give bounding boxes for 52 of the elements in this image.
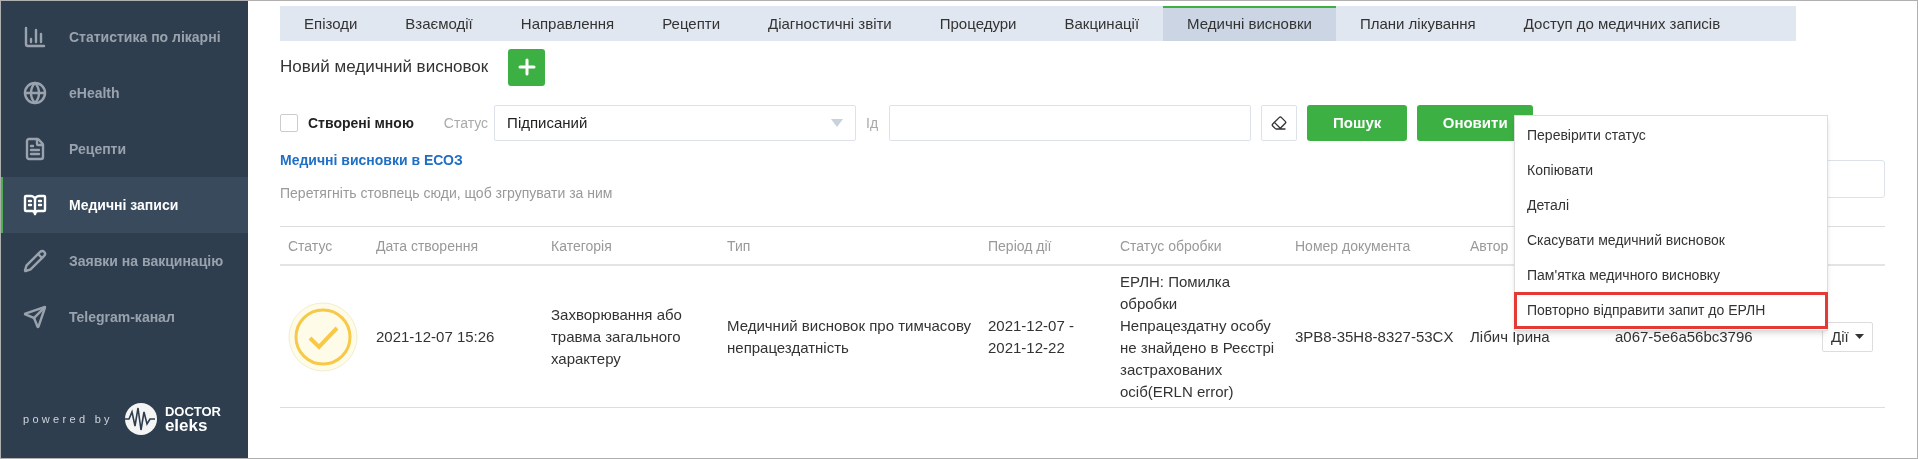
tab[interactable]: Вакцинації [1040,6,1164,41]
tab[interactable]: Діагностичні звіти [744,6,916,41]
menu-item[interactable]: Пам'ятка медичного висновку [1515,258,1827,293]
caret-icon [1854,334,1864,339]
open-book-icon [23,193,47,217]
pencil-icon [23,249,47,273]
clear-button[interactable] [1261,105,1298,141]
logo-text: DOCTOR [164,405,221,419]
id-label: Ід [866,113,879,133]
table-cell: 3PB8-35H8-8327-53CX [1295,327,1454,345]
tab[interactable]: Епізоди [280,6,382,41]
sidebar-item[interactable]: Рецепти [1,121,248,177]
section-link[interactable]: Медичні висновки в ЕСОЗ [280,150,613,171]
paper-plane-icon [23,305,47,329]
tab[interactable]: Рецепти [638,6,745,41]
tab[interactable]: Доступ до медичних записів [1499,6,1745,41]
menu-item[interactable]: Скасувати медичний висновок [1515,223,1827,258]
menu-item[interactable]: Копіювати [1515,153,1827,188]
dropdown-caret-icon [831,119,844,127]
powered-by-label: powered by [23,411,113,427]
tab[interactable]: Взаємодії [381,6,497,41]
tab[interactable]: Плани лікування [1335,6,1500,41]
checkbox[interactable] [280,114,298,132]
sidebar-item[interactable]: Медичні записи [1,177,248,233]
table-cell: Лібич Ірина [1470,327,1550,345]
table-cell: ЕРЛН: Помилка обробки Непрацездатну особу не знайдено в Реєстрі застрахованих осіб(ERLN error) [1120,272,1275,400]
table-cell: a067-5e6a56bc3796 [1615,327,1753,345]
tab[interactable]: Процедури [915,6,1041,41]
status-dropdown[interactable]: Підписаний [494,105,857,141]
tab[interactable]: Направлення [496,6,639,41]
status-label: Статус [443,113,489,133]
id-input-field[interactable] [889,105,1252,141]
check-badge-icon [288,301,358,372]
table-cell: Захворювання або травма загального характеру [551,305,682,367]
bar-chart-icon [23,25,47,49]
document-icon [23,137,47,161]
eraser-icon [1271,115,1288,131]
sidebar-item[interactable]: Telegram-канал [1,289,248,345]
logo-text: eleks [164,419,209,433]
checkbox-label: Створені мною [308,113,414,133]
tab[interactable]: Медичні висновки [1163,6,1336,41]
table-cell: 2021-12-07 - 2021-12-22 [988,316,1074,356]
sidebar-item[interactable]: Статистика по лікарні [1,9,248,65]
sidebar-item[interactable]: Заявки на вакцинацію [1,233,248,289]
add-button[interactable] [508,48,546,86]
table-cell: 2021-12-07 15:26 [376,327,495,345]
group-hint: Перетягніть стовпець сюди, щоб згрупувати за ним [280,184,613,203]
sidebar-item[interactable]: eHealth [1,65,248,121]
menu-item[interactable]: Деталі [1515,188,1827,223]
globe-icon [23,81,47,105]
page-title: Новий медичний висновок [280,56,489,79]
table-cell: Медичний висновок про тимчасову непрацездатність [727,316,972,356]
